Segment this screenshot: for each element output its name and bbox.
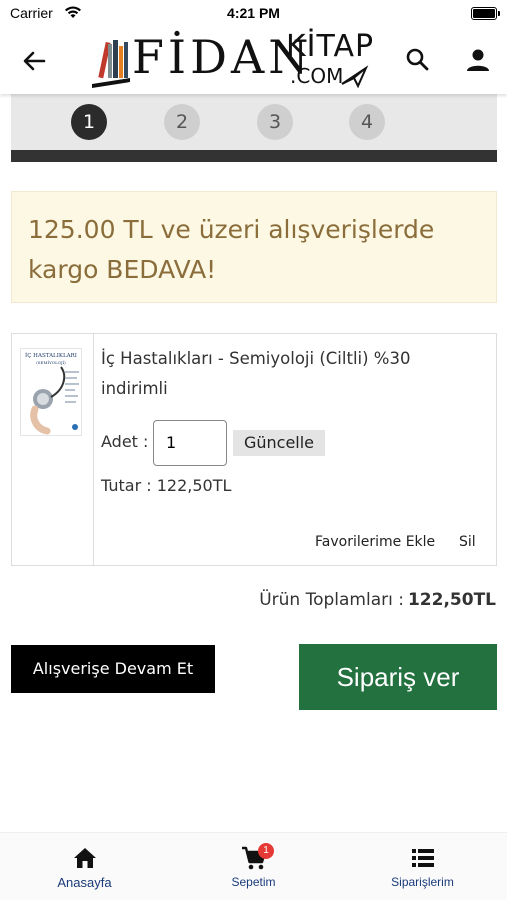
step-2: 2 [164, 104, 200, 140]
logo-kitap-text: KİTAP [286, 29, 375, 64]
arrow-left-icon [23, 51, 46, 71]
update-button[interactable]: Güncelle [233, 430, 325, 456]
battery-icon [471, 7, 500, 20]
tab-orders-label: Siparişlerim [391, 875, 454, 889]
item-total: Tutar : 122,50TL [101, 476, 232, 495]
checkout-steps: 1 2 3 4 [11, 94, 497, 162]
summary-amount: 122,50TL [407, 590, 496, 610]
bottom-tab-bar: Anasayfa 1 Sepetim Siparişlerim [0, 832, 507, 900]
step-3: 3 [257, 104, 293, 140]
item-title[interactable]: İç Hastalıkları - Semiyoloji (Ciltli) %3… [101, 344, 481, 404]
books-logo-icon [92, 40, 130, 88]
account-button[interactable] [464, 46, 492, 74]
quantity-row: Adet : 1 Güncelle [101, 420, 481, 466]
status-bar: Carrier 4:21 PM [0, 0, 507, 28]
home-icon [74, 848, 96, 868]
back-button[interactable] [18, 46, 50, 76]
free-shipping-banner: 125.00 TL ve üzeri alışverişlerde kargo … [11, 191, 497, 303]
fidankitap-logo[interactable]: FİDAN KİTAP .COM [90, 28, 380, 94]
status-time: 4:21 PM [227, 5, 280, 21]
app-header: FİDAN KİTAP .COM [0, 28, 507, 94]
tab-cart-label: Sepetim [231, 875, 276, 889]
add-to-favorites-link[interactable]: Favorilerime Ekle [315, 534, 435, 550]
cart-summary: Ürün Toplamları :122,50TL [259, 590, 496, 610]
item-details: İç Hastalıkları - Semiyoloji (Ciltli) %3… [101, 334, 491, 565]
logo-com-text: .COM [290, 64, 344, 88]
list-icon [412, 849, 434, 867]
search-button[interactable] [404, 46, 432, 74]
tab-home-label: Anasayfa [57, 875, 112, 890]
summary-label: Ürün Toplamları : [259, 590, 404, 610]
quantity-input[interactable]: 1 [153, 420, 227, 466]
delete-item-link[interactable]: Sil [459, 534, 476, 550]
cart-count-badge: 1 [258, 843, 274, 859]
user-icon [467, 49, 489, 71]
tab-cart[interactable]: 1 Sepetim [169, 833, 338, 900]
book-cover-image[interactable]: İÇ HASTALIKLARI (SEMİYOLOJİ) [20, 348, 82, 436]
cart-item: İÇ HASTALIKLARI (SEMİYOLOJİ) İç Hastalık… [11, 333, 497, 566]
tab-orders[interactable]: Siparişlerim [338, 833, 507, 900]
item-thumbnail-cell: İÇ HASTALIKLARI (SEMİYOLOJİ) [12, 334, 94, 565]
search-icon [406, 48, 429, 71]
tab-home[interactable]: Anasayfa [0, 833, 169, 900]
paper-plane-icon [341, 65, 369, 88]
step-4: 4 [349, 104, 385, 140]
quantity-label: Adet : [101, 432, 149, 451]
continue-shopping-button[interactable]: Alışverişe Devam Et [11, 645, 215, 693]
place-order-button[interactable]: Sipariş ver [299, 644, 497, 710]
stethoscope-illustration [30, 366, 79, 435]
step-1: 1 [71, 104, 107, 140]
